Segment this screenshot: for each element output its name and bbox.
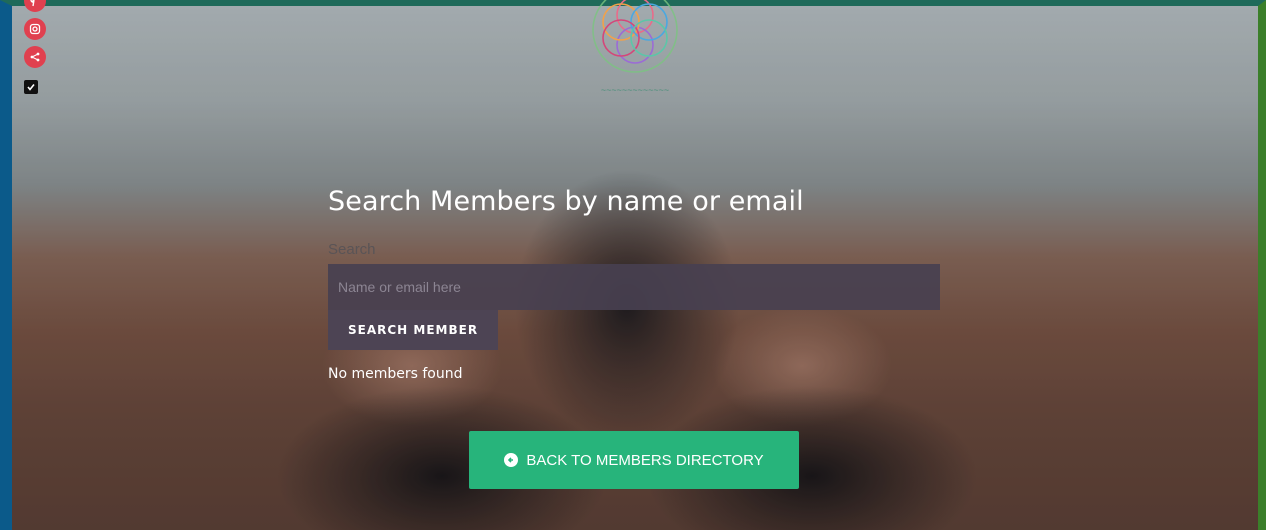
back-to-directory-button[interactable]: BACK TO MEMBERS DIRECTORY bbox=[469, 431, 799, 489]
pinterest-icon[interactable] bbox=[24, 0, 46, 12]
page-title: Search Members by name or email bbox=[328, 186, 804, 217]
status-message: No members found bbox=[328, 366, 463, 382]
instagram-icon[interactable] bbox=[24, 18, 46, 40]
share-icon[interactable] bbox=[24, 46, 46, 68]
search-panel: Search Members by name or email Search S… bbox=[328, 186, 948, 382]
checkbox-icon[interactable] bbox=[24, 80, 38, 94]
social-share-bar bbox=[24, 0, 46, 94]
search-label: Search bbox=[328, 241, 376, 258]
svg-text:~~~~~~~~~~~~~: ~~~~~~~~~~~~~ bbox=[601, 85, 669, 95]
flower-of-life-logo: ~~~~~~~~~~~~~ bbox=[592, 0, 678, 95]
back-button-label: BACK TO MEMBERS DIRECTORY bbox=[526, 451, 764, 469]
arrow-left-circle-icon bbox=[504, 453, 519, 467]
search-input[interactable] bbox=[328, 264, 940, 310]
search-member-button[interactable]: SEARCH MEMBER bbox=[328, 310, 499, 350]
